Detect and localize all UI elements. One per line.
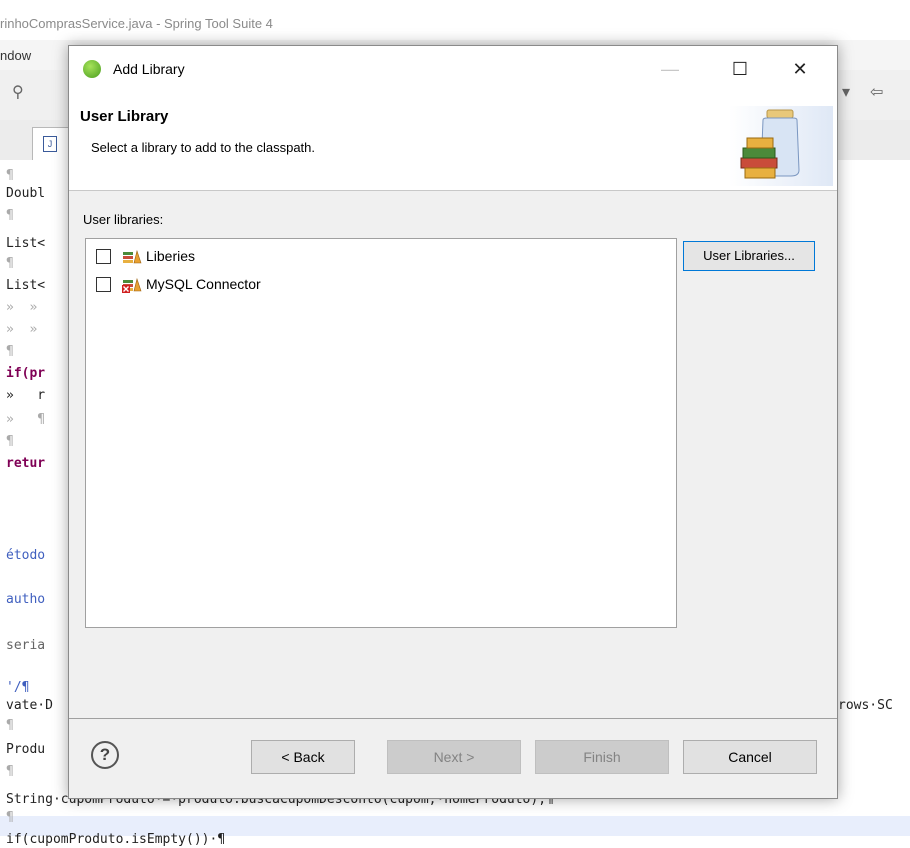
code-line: ¶ (6, 256, 14, 271)
code-line: ¶ (6, 810, 14, 825)
dialog-title: Add Library (113, 61, 185, 77)
code-line: if(cupomProduto.isEmpty())·¶ (6, 832, 226, 847)
code-line: retur (6, 456, 46, 471)
code-line: if(pr (6, 366, 46, 381)
spring-leaf-icon (83, 60, 101, 78)
java-file-icon: J (43, 136, 57, 152)
code-line: ¶ (6, 764, 14, 779)
code-line: » ¶ (6, 412, 46, 427)
code-line: » » (6, 322, 38, 337)
code-line: étodo (6, 548, 46, 563)
minimize-button[interactable]: — (647, 46, 693, 92)
ide-window-title: rinhoComprasService.java - Spring Tool S… (0, 16, 273, 31)
library-checkbox[interactable] (96, 277, 111, 292)
code-line: » » (6, 300, 38, 315)
user-libraries-list[interactable]: Liberies MySQL Connector (85, 238, 677, 628)
back-arrow-icon[interactable]: ⇦ (870, 82, 883, 102)
library-icon (123, 249, 142, 264)
code-line: vate·D (6, 698, 53, 713)
back-button[interactable]: < Back (251, 740, 355, 774)
library-jar-icon (729, 106, 833, 186)
code-line: '/¶ (6, 680, 30, 695)
code-line: Produ (6, 742, 46, 757)
wizard-header: User Library Select a library to add to … (69, 92, 837, 191)
editor-tab-java-file[interactable]: J (32, 127, 70, 160)
library-error-icon (122, 277, 142, 293)
pin-icon[interactable]: ⚲ (12, 82, 24, 102)
code-line: ¶ (6, 168, 14, 183)
library-checkbox[interactable] (96, 249, 111, 264)
code-line: ¶ (6, 208, 14, 223)
menu-window[interactable]: ndow (0, 48, 31, 63)
add-library-dialog: Add Library — ☐ ✕ User Library Select a … (68, 45, 838, 799)
library-name: MySQL Connector (146, 276, 261, 292)
close-button[interactable]: ✕ (777, 46, 823, 92)
dialog-title-bar: Add Library — ☐ ✕ (69, 46, 837, 92)
dialog-separator (69, 718, 837, 719)
next-button[interactable]: Next > (387, 740, 521, 774)
user-libraries-label: User libraries: (83, 212, 164, 227)
code-line: ¶ (6, 344, 14, 359)
wizard-header-title: User Library (80, 108, 169, 125)
library-name: Liberies (146, 248, 196, 264)
dropdown-icon[interactable]: ▾ (842, 82, 850, 102)
cancel-button[interactable]: Cancel (683, 740, 817, 774)
code-line: ¶ (6, 434, 14, 449)
code-line: » r (6, 388, 46, 403)
code-line: List< (6, 236, 46, 251)
wizard-header-description: Select a library to add to the classpath… (91, 140, 316, 155)
code-line: autho (6, 592, 46, 607)
code-line: Doubl (6, 186, 46, 201)
code-line: ¶ (6, 718, 14, 733)
ide-title-bar: rinhoComprasService.java - Spring Tool S… (0, 0, 910, 40)
finish-button[interactable]: Finish (535, 740, 669, 774)
maximize-button[interactable]: ☐ (717, 46, 763, 92)
help-icon[interactable]: ? (91, 741, 119, 769)
user-libraries-button[interactable]: User Libraries... (683, 241, 815, 271)
code-line: seria (6, 638, 46, 653)
code-line-fragment: rows·SC (838, 698, 893, 713)
code-line: List< (6, 278, 46, 293)
